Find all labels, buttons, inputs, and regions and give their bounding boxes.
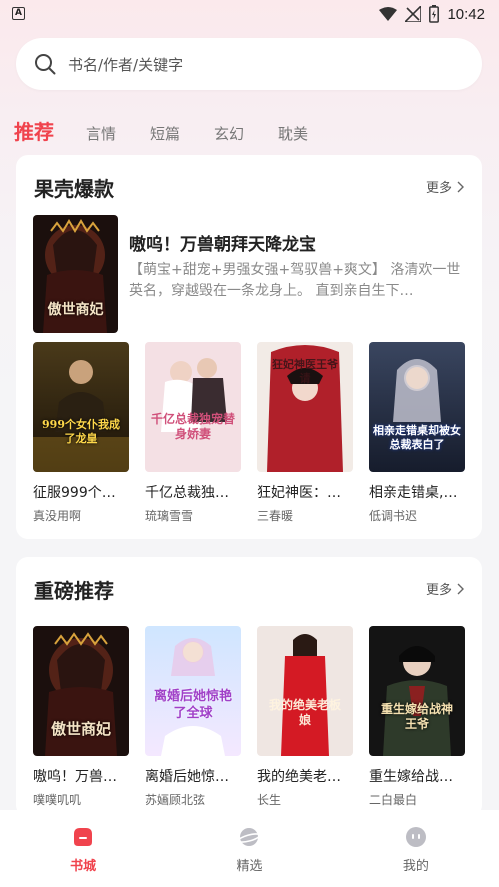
book-cover[interactable]: 999个女仆我成了龙皇	[33, 342, 129, 472]
book-cover[interactable]: 重生嫁给战神王爷	[369, 626, 465, 756]
search-icon	[35, 54, 56, 75]
featured-book[interactable]: 傲世商妃 嗷呜！万兽朝拜天降龙宝 【萌宝+甜宠+男强女强+驾驭兽+爽文】 洛清欢…	[33, 215, 463, 335]
book-author: 苏婳顾北弦	[145, 793, 206, 807]
bottom-nav: 书城 精选 我的	[0, 810, 499, 887]
cover-title: 重生嫁给战神王爷	[380, 702, 453, 731]
featured-title: 嗷呜！万兽朝拜天降龙宝	[129, 235, 316, 255]
book-author: 琉璃雪雪	[145, 509, 194, 523]
tab-recommended[interactable]: 推荐	[14, 116, 54, 145]
book-item[interactable]: 999个女仆我成了龙皇 征服999个… 真没用啊	[33, 342, 129, 524]
status-icons: 10:42	[379, 4, 485, 24]
book-cover[interactable]: 傲世商妃	[33, 626, 129, 756]
nav-label: 书城	[70, 859, 97, 874]
book-author: 噗噗叽叽	[33, 793, 82, 807]
section-title: 果壳爆款	[34, 177, 114, 201]
cover-title: 狂妃神医王爷请	[272, 358, 338, 385]
status-bar: A 10:42	[0, 0, 499, 28]
book-author: 低调书迟	[369, 509, 418, 523]
section-header: 果壳爆款 更多	[34, 173, 464, 201]
nav-label: 精选	[236, 859, 263, 874]
more-label: 更多	[425, 583, 452, 598]
battery-icon	[429, 5, 440, 23]
book-title: 重生嫁给战…	[369, 769, 453, 785]
tab-romance[interactable]: 言情	[86, 123, 116, 144]
tab-fantasy[interactable]: 玄幻	[214, 123, 244, 144]
featured-description: 【萌宝+甜宠+男强女强+驾驭兽+爽文】 洛清欢一世英名，穿越毁在一条龙身上。 直…	[129, 262, 461, 299]
book-author: 二白最白	[369, 793, 418, 807]
book-author: 三春暖	[257, 509, 294, 523]
cover-title: 我的绝美老板娘	[269, 698, 342, 727]
nav-label: 我的	[402, 859, 429, 874]
nav-bookstore[interactable]: 书城	[0, 810, 166, 887]
clock: 10:42	[447, 5, 485, 23]
more-button[interactable]: 更多	[426, 177, 464, 196]
cover-title: 傲世商妃	[47, 302, 104, 318]
book-title: 相亲走错桌,…	[369, 485, 458, 501]
book-title: 千亿总裁独…	[145, 485, 229, 501]
book-title: 离婚后她惊…	[145, 769, 229, 785]
category-tabs: 推荐 言情 短篇 玄幻 耽美	[14, 116, 342, 145]
section-hot-books: 果壳爆款 更多 傲世商妃 嗷呜！万兽朝拜天降龙宝 【萌宝+甜宠+男强女强+驾驭兽…	[16, 155, 482, 539]
tab-short[interactable]: 短篇	[150, 123, 180, 144]
book-list: 999个女仆我成了龙皇 征服999个… 真没用啊 千亿总裁独宠替身娇妻 千亿总裁…	[33, 342, 465, 524]
cover-title: 离婚后她惊艳了全球	[153, 689, 232, 721]
section-title: 重磅推荐	[34, 579, 114, 603]
nav-profile[interactable]: 我的	[333, 810, 499, 887]
book-item[interactable]: 离婚后她惊艳了全球 离婚后她惊… 苏婳顾北弦	[145, 626, 241, 808]
book-title: 我的绝美老…	[257, 769, 341, 785]
book-item[interactable]: 相亲走错桌却被女总裁表白了 相亲走错桌,… 低调书迟	[369, 342, 465, 524]
book-author: 真没用啊	[33, 509, 82, 523]
chevron-right-icon	[457, 583, 464, 594]
search-input[interactable]: 书名/作者/关键字	[68, 54, 183, 75]
book-title: 征服999个…	[33, 485, 116, 501]
profile-icon	[405, 827, 426, 847]
cover-title: 999个女仆我成了龙皇	[42, 418, 120, 445]
cover-title: 相亲走错桌却被女总裁表白了	[373, 424, 461, 451]
planet-icon	[238, 828, 261, 846]
book-cover[interactable]: 傲世商妃	[33, 215, 118, 333]
book-author: 长生	[257, 793, 282, 807]
book-cover[interactable]: 千亿总裁独宠替身娇妻	[145, 342, 241, 472]
notification-icon: A	[12, 7, 25, 20]
more-label: 更多	[425, 181, 452, 196]
cover-title: 傲世商妃	[50, 720, 111, 738]
book-cover[interactable]: 我的绝美老板娘	[257, 626, 353, 756]
signal-icon	[405, 6, 422, 22]
book-cover[interactable]: 相亲走错桌却被女总裁表白了	[369, 342, 465, 472]
cover-title: 千亿总裁独宠替身娇妻	[151, 412, 236, 441]
section-header: 重磅推荐 更多	[34, 575, 464, 603]
book-item[interactable]: 我的绝美老板娘 我的绝美老… 长生	[257, 626, 353, 808]
book-list: 傲世商妃 嗷呜！万兽… 噗噗叽叽 离婚后她惊艳了全球 离婚后她惊… 苏婳顾北弦	[33, 626, 465, 808]
book-item[interactable]: 重生嫁给战神王爷 重生嫁给战… 二白最白	[369, 626, 465, 808]
book-cover[interactable]: 离婚后她惊艳了全球	[145, 626, 241, 756]
search-bar[interactable]: 书名/作者/关键字	[16, 38, 482, 90]
nav-featured[interactable]: 精选	[166, 810, 332, 887]
book-item[interactable]: 千亿总裁独宠替身娇妻 千亿总裁独… 琉璃雪雪	[145, 342, 241, 524]
chevron-right-icon	[457, 181, 464, 192]
bookstore-icon	[74, 828, 93, 846]
book-item[interactable]: 傲世商妃 嗷呜！万兽… 噗噗叽叽	[33, 626, 129, 808]
book-item[interactable]: 狂妃神医王爷请 狂妃神医：… 三春暖	[257, 342, 353, 524]
book-cover[interactable]: 狂妃神医王爷请	[257, 342, 353, 472]
book-title: 嗷呜！万兽…	[33, 769, 117, 785]
more-button[interactable]: 更多	[426, 579, 464, 598]
book-title: 狂妃神医：…	[257, 485, 341, 501]
wifi-icon	[379, 7, 398, 21]
section-top-picks: 重磅推荐 更多 傲世商妃 嗷呜！万兽… 噗噗叽叽 离婚后她惊艳了全球 离婚后她惊…	[16, 557, 482, 817]
tab-danmei[interactable]: 耽美	[278, 123, 308, 144]
